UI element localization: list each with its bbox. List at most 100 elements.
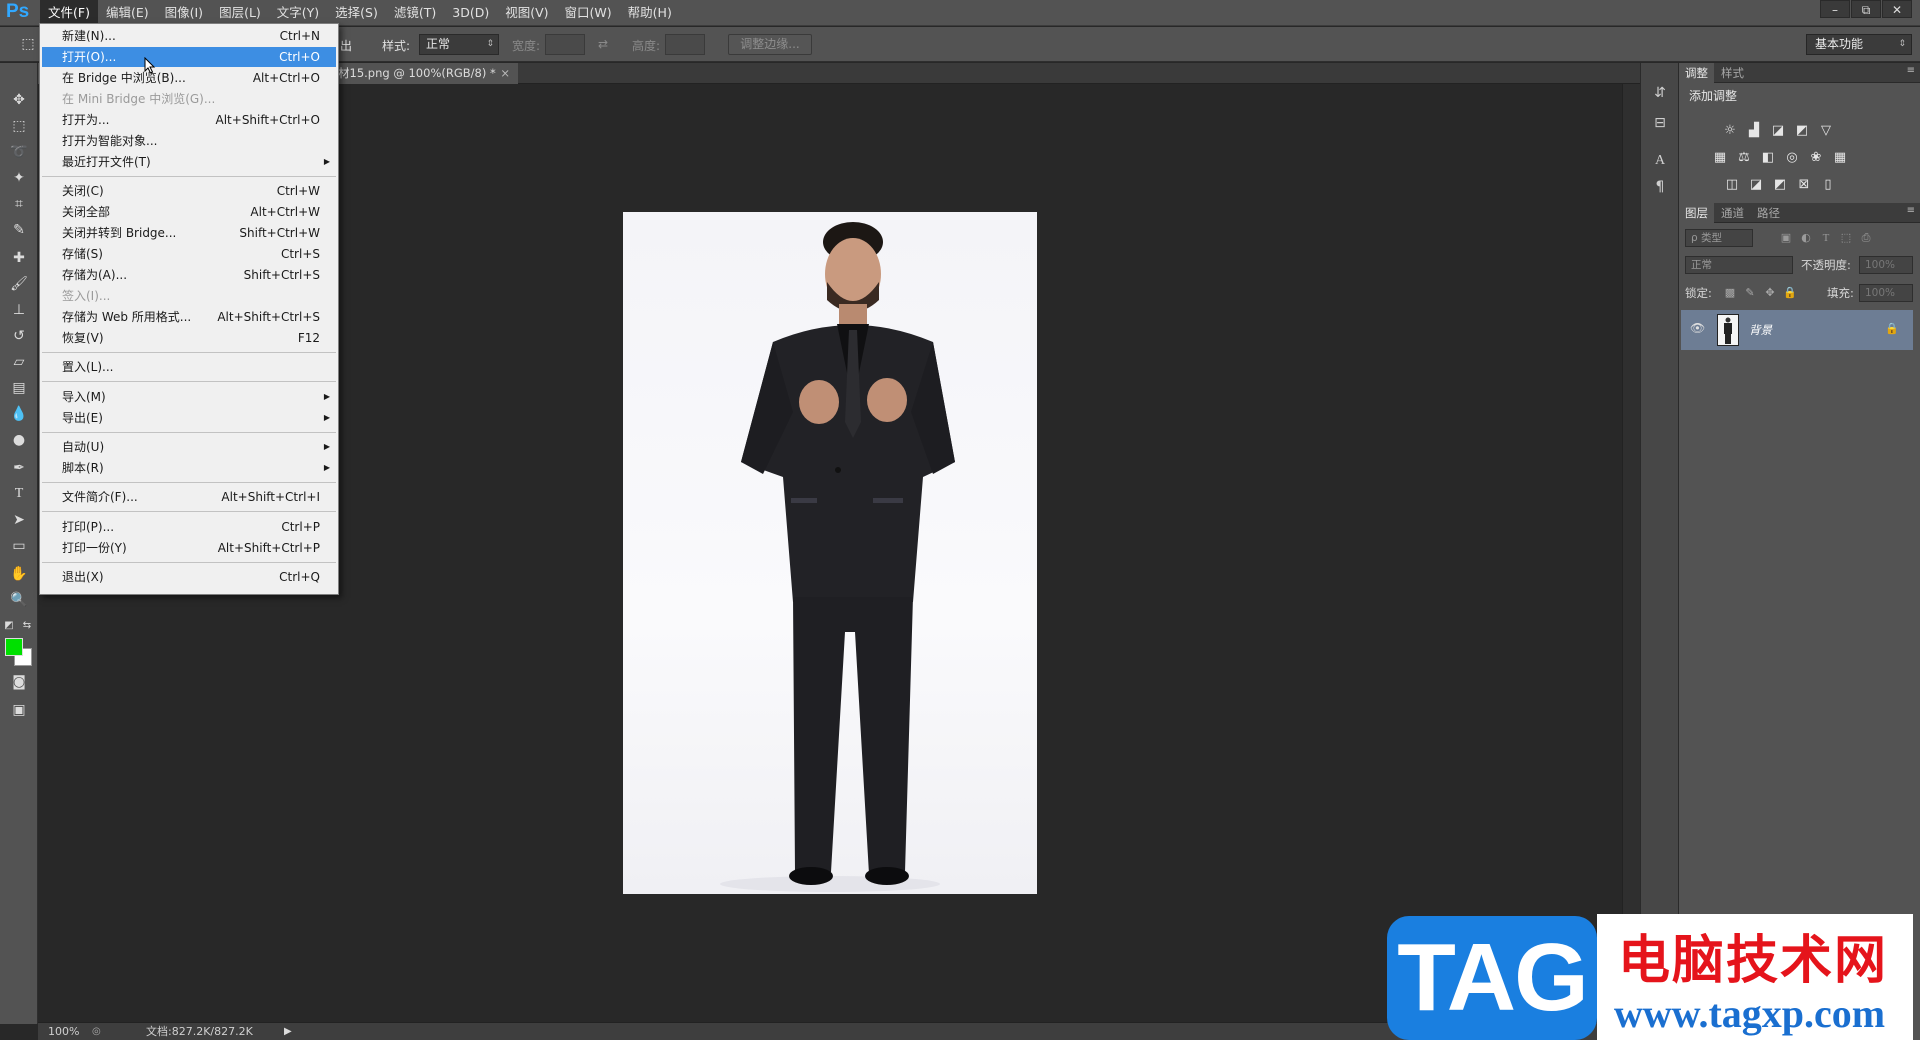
posterize-icon[interactable]: ◪ xyxy=(1747,177,1765,193)
visibility-eye-icon[interactable]: 👁 xyxy=(1690,321,1705,335)
healing-brush-tool-icon[interactable]: ✚ xyxy=(5,247,33,269)
menu-item-place[interactable]: 置入(L)... xyxy=(42,357,336,377)
menu-item-revert[interactable]: 恢复(V) F12 xyxy=(42,328,336,348)
document-image[interactable] xyxy=(623,212,1037,894)
menu-help[interactable]: 帮助(H) xyxy=(620,0,680,26)
photo-filter-icon[interactable]: ◎ xyxy=(1783,150,1801,166)
workspace-select[interactable]: 基本功能 ⇕ xyxy=(1806,34,1912,55)
eyedropper-tool-icon[interactable]: ✎ xyxy=(5,219,33,241)
screen-mode-icon[interactable]: ▣ xyxy=(5,699,33,721)
foreground-color-swatch[interactable] xyxy=(5,638,23,656)
tab-adjustments[interactable]: 调整 xyxy=(1679,63,1714,83)
fill-input[interactable]: 100% xyxy=(1859,284,1913,302)
menu-item-recent-files[interactable]: 最近打开文件(T) ▶ xyxy=(42,152,336,172)
menu-item-close-all[interactable]: 关闭全部 Alt+Ctrl+W xyxy=(42,202,336,222)
lock-all-icon[interactable]: 🔒 xyxy=(1781,285,1799,301)
clone-stamp-tool-icon[interactable]: ⊥ xyxy=(5,299,33,321)
panel-menu-icon[interactable]: ≡ xyxy=(1907,65,1915,76)
tab-styles[interactable]: 样式 xyxy=(1715,63,1750,83)
move-tool-icon[interactable]: ✥ xyxy=(5,89,33,111)
vertical-scrollbar[interactable] xyxy=(1622,84,1640,1022)
menu-item-open-as[interactable]: 打开为... Alt+Shift+Ctrl+O xyxy=(42,110,336,130)
history-brush-tool-icon[interactable]: ↺ xyxy=(5,325,33,347)
menu-item-exit[interactable]: 退出(X) Ctrl+Q xyxy=(42,567,336,587)
menu-item-new[interactable]: 新建(N)... Ctrl+N xyxy=(42,26,336,46)
channel-mixer-icon[interactable]: ❀ xyxy=(1807,150,1825,166)
eraser-tool-icon[interactable]: ▱ xyxy=(5,351,33,373)
default-colors-icon[interactable]: ◩ xyxy=(2,615,16,637)
refine-edge-button[interactable]: 调整边缘... xyxy=(728,34,812,55)
lock-position-icon[interactable]: ✥ xyxy=(1761,285,1779,301)
lock-pixels-icon[interactable]: ✎ xyxy=(1741,285,1759,301)
path-selection-tool-icon[interactable]: ➤ xyxy=(5,509,33,531)
zoom-level[interactable]: 100% xyxy=(48,1023,79,1040)
minimize-button[interactable]: – xyxy=(1820,0,1850,18)
filter-pixel-icon[interactable]: ▣ xyxy=(1777,230,1795,246)
opacity-input[interactable]: 100% xyxy=(1859,256,1913,274)
tab-paths[interactable]: 路径 xyxy=(1751,203,1786,223)
lock-transparency-icon[interactable]: ▩ xyxy=(1721,285,1739,301)
hand-tool-icon[interactable]: ✋ xyxy=(5,563,33,585)
pen-tool-icon[interactable]: ✒ xyxy=(5,457,33,479)
width-input[interactable] xyxy=(545,34,585,55)
threshold-icon[interactable]: ◩ xyxy=(1771,177,1789,193)
menu-view[interactable]: 视图(V) xyxy=(497,0,556,26)
close-window-button[interactable]: ✕ xyxy=(1882,0,1912,18)
menu-3d[interactable]: 3D(D) xyxy=(444,0,497,26)
layer-filter-select[interactable]: ρ 类型 xyxy=(1685,229,1753,247)
black-white-icon[interactable]: ◧ xyxy=(1759,150,1777,166)
swap-icon[interactable]: ⇄ xyxy=(598,37,608,51)
quick-mask-icon[interactable]: ◙ xyxy=(5,671,33,693)
paragraph-panel-icon[interactable]: ¶ xyxy=(1647,175,1673,199)
levels-icon[interactable]: ▟ xyxy=(1745,123,1763,139)
tab-layers[interactable]: 图层 xyxy=(1679,203,1714,223)
menu-item-import[interactable]: 导入(M) ▶ xyxy=(42,387,336,407)
color-lookup-icon[interactable]: ▦ xyxy=(1831,150,1849,166)
marquee-tool-icon[interactable]: ⬚ xyxy=(5,115,33,137)
swap-colors-icon[interactable]: ⇆ xyxy=(20,615,34,637)
layer-name[interactable]: 背景 xyxy=(1749,322,1772,338)
status-menu-arrow-icon[interactable]: ▶ xyxy=(284,1023,292,1040)
menu-item-save-for-web[interactable]: 存储为 Web 所用格式... Alt+Shift+Ctrl+S xyxy=(42,307,336,327)
type-tool-icon[interactable]: T xyxy=(5,483,33,505)
menu-item-save-as[interactable]: 存储为(A)... Shift+Ctrl+S xyxy=(42,265,336,285)
rectangle-tool-icon[interactable]: ▭ xyxy=(5,535,33,557)
menu-item-browse-bridge[interactable]: 在 Bridge 中浏览(B)... Alt+Ctrl+O xyxy=(42,68,336,88)
tab-channels[interactable]: 通道 xyxy=(1715,203,1750,223)
menu-item-print-one-copy[interactable]: 打印一份(Y) Alt+Shift+Ctrl+P xyxy=(42,538,336,558)
menu-item-open[interactable]: 打开(O)... Ctrl+O xyxy=(42,47,336,67)
magic-wand-tool-icon[interactable]: ✦ xyxy=(5,167,33,189)
menu-item-close-go-bridge[interactable]: 关闭并转到 Bridge... Shift+Ctrl+W xyxy=(42,223,336,243)
menu-item-file-info[interactable]: 文件简介(F)... Alt+Shift+Ctrl+I xyxy=(42,487,336,507)
menu-item-open-smart-object[interactable]: 打开为智能对象... xyxy=(42,131,336,151)
brightness-contrast-icon[interactable]: ☼ xyxy=(1721,123,1739,139)
zoom-indicator-icon[interactable]: ◎ xyxy=(92,1023,101,1040)
invert-icon[interactable]: ◫ xyxy=(1723,177,1741,193)
lasso-tool-icon[interactable]: ➰ xyxy=(5,141,33,163)
dodge-tool-icon[interactable]: ● xyxy=(5,429,33,451)
style-select[interactable]: 正常 ⇕ xyxy=(419,34,499,55)
menu-item-export[interactable]: 导出(E) ▶ xyxy=(42,408,336,428)
filter-adjustment-icon[interactable]: ◐ xyxy=(1797,230,1815,246)
character-panel-icon[interactable]: A xyxy=(1647,149,1673,173)
gradient-map-icon[interactable]: ▯ xyxy=(1819,177,1837,193)
exposure-icon[interactable]: ◩ xyxy=(1793,123,1811,139)
zoom-tool-icon[interactable]: 🔍 xyxy=(5,589,33,611)
blur-tool-icon[interactable]: 💧 xyxy=(5,403,33,425)
height-input[interactable] xyxy=(665,34,705,55)
filter-type-icon[interactable]: T xyxy=(1817,230,1835,246)
vibrance-icon[interactable]: ▽ xyxy=(1817,123,1835,139)
marquee-preset-icon[interactable]: ⬚ xyxy=(14,33,42,55)
filter-shape-icon[interactable]: ⬚ xyxy=(1837,230,1855,246)
restore-button[interactable]: ⧉ xyxy=(1851,0,1881,18)
layer-row[interactable]: 👁 背景 🔒 xyxy=(1681,310,1913,350)
panel-menu-icon[interactable]: ≡ xyxy=(1907,205,1915,216)
menu-item-print[interactable]: 打印(P)... Ctrl+P xyxy=(42,517,336,537)
crop-tool-icon[interactable]: ⌗ xyxy=(5,193,33,215)
menu-item-scripts[interactable]: 脚本(R) ▶ xyxy=(42,458,336,478)
color-balance-icon[interactable]: ⚖ xyxy=(1735,150,1753,166)
blend-mode-select[interactable]: 正常 xyxy=(1685,256,1793,274)
menu-item-save[interactable]: 存储(S) Ctrl+S xyxy=(42,244,336,264)
hue-saturation-icon[interactable]: ▦ xyxy=(1711,150,1729,166)
menu-item-close[interactable]: 关闭(C) Ctrl+W xyxy=(42,181,336,201)
